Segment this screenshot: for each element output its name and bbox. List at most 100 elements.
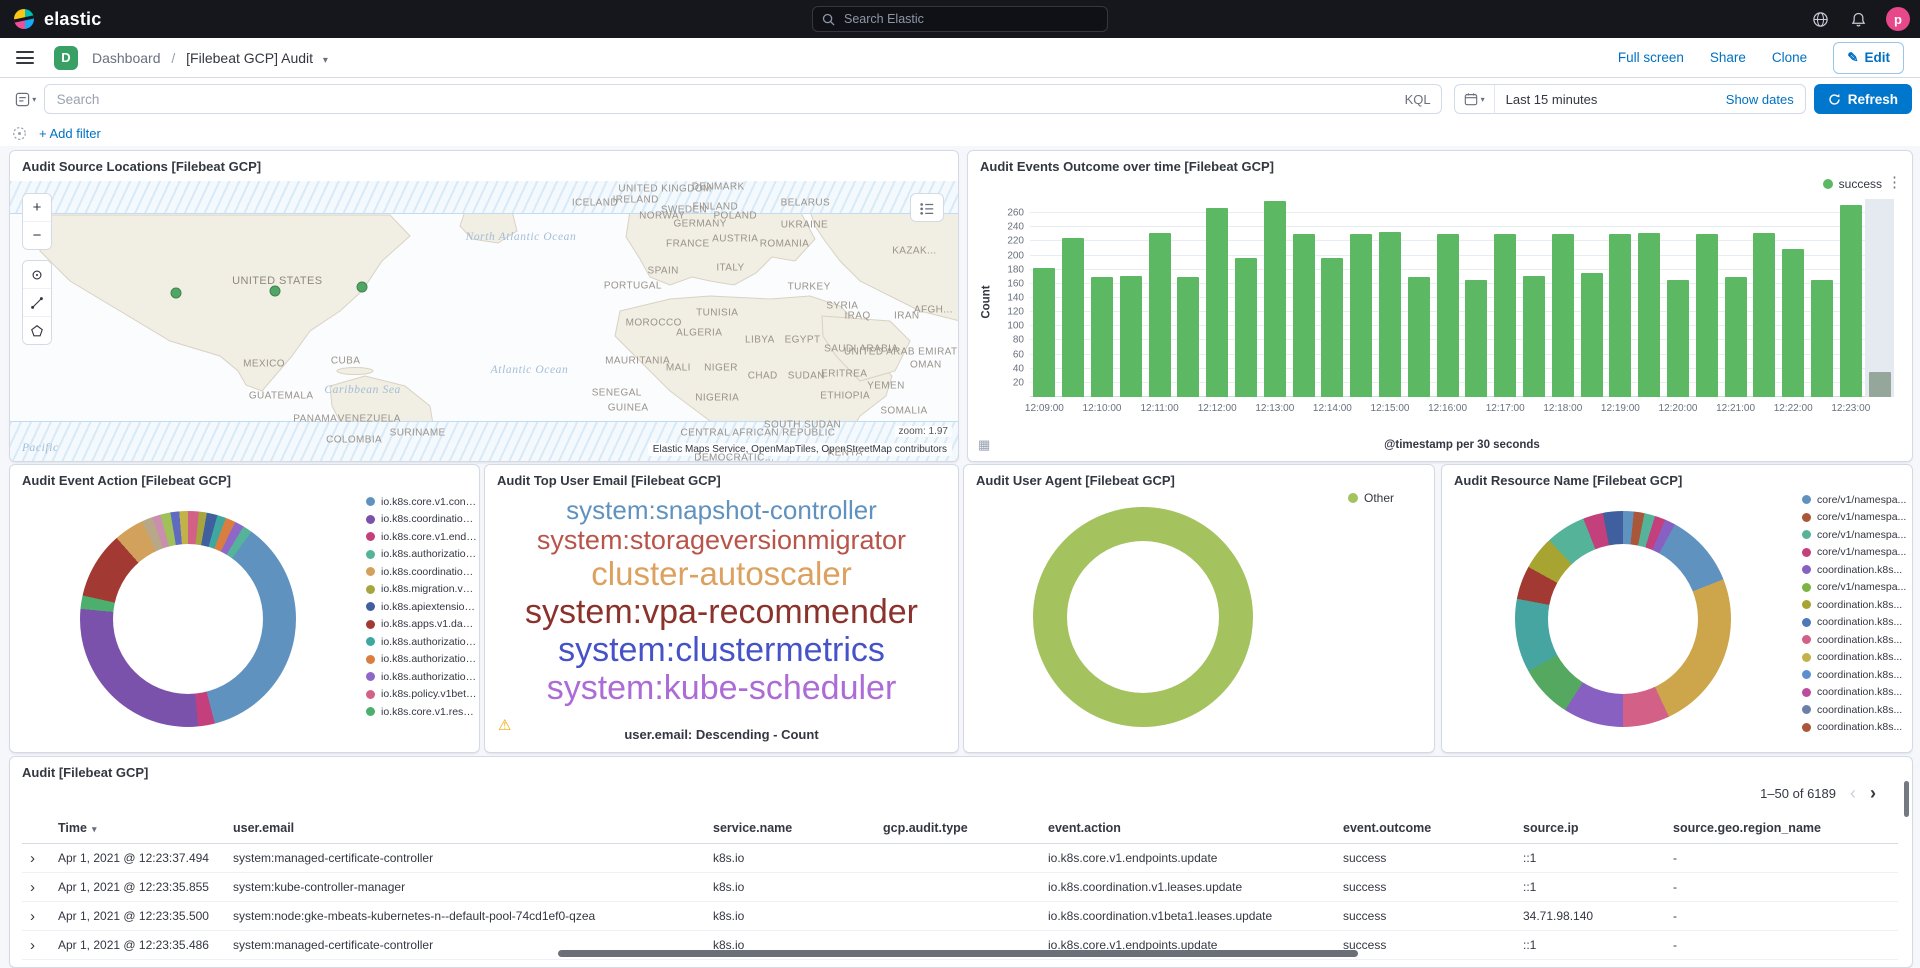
time-range-value[interactable]: Last 15 minutes	[1495, 92, 1598, 107]
bar[interactable]	[1120, 276, 1142, 397]
legend-item[interactable]: io.k8s.authorization...	[366, 633, 477, 651]
row-expand-button[interactable]: ›	[22, 850, 58, 867]
global-search[interactable]	[812, 6, 1108, 32]
alerts-bell-icon[interactable]	[1848, 9, 1868, 29]
legend-item[interactable]: io.k8s.apps.v1.daem...	[366, 616, 477, 634]
legend-item[interactable]: coordination.k8s...	[1802, 666, 1906, 684]
legend-item[interactable]: coordination.k8s...	[1802, 596, 1906, 614]
bar[interactable]	[1235, 258, 1257, 397]
pagination-next-icon[interactable]: ›	[1870, 783, 1876, 804]
pagination-prev-icon[interactable]: ‹	[1850, 783, 1856, 804]
query-input-box[interactable]: KQL	[44, 84, 1442, 114]
bar[interactable]	[1840, 205, 1862, 397]
bar[interactable]	[1062, 238, 1084, 397]
legend-item[interactable]: core/v1/namespa...	[1802, 509, 1906, 527]
panel-title[interactable]: Audit Event Action [Filebeat GCP]	[10, 465, 479, 488]
event-action-donut[interactable]	[80, 511, 296, 727]
kql-language-button[interactable]: KQL	[1405, 92, 1431, 107]
legend-item[interactable]: coordination.k8s...	[1802, 719, 1906, 737]
bar[interactable]	[1638, 233, 1660, 397]
elastic-logo-brand[interactable]: elastic	[0, 7, 101, 31]
show-dates-button[interactable]: Show dates	[1726, 92, 1805, 107]
row-expand-button[interactable]: ›	[22, 879, 58, 896]
chevron-down-icon[interactable]: ▾	[323, 55, 328, 66]
panel-title[interactable]: Audit Top User Email [Filebeat GCP]	[485, 465, 958, 488]
legend-item[interactable]: io.k8s.coordination....	[366, 511, 477, 529]
legend-item[interactable]: io.k8s.authorization...	[366, 546, 477, 564]
map-fit-bounds-button[interactable]	[23, 261, 51, 289]
saved-queries-button[interactable]: ▾	[8, 84, 44, 114]
sort-descending-icon[interactable]: ▾	[92, 824, 97, 834]
bar[interactable]	[1149, 233, 1171, 397]
map-zoom-out-button[interactable]: −	[23, 222, 51, 249]
legend-item[interactable]: io.k8s.coordination....	[366, 563, 477, 581]
map-data-point[interactable]	[270, 285, 281, 296]
legend-item[interactable]: coordination.k8s...	[1802, 561, 1906, 579]
legend-item[interactable]: coordination.k8s...	[1802, 684, 1906, 702]
legend-item[interactable]: coordination.k8s...	[1802, 631, 1906, 649]
legend-item[interactable]: core/v1/namespa...	[1802, 544, 1906, 562]
panel-options-icon[interactable]: ⋮	[1887, 173, 1902, 191]
column-header[interactable]: gcp.audit.type	[883, 821, 1048, 835]
bar[interactable]	[1091, 277, 1113, 397]
bar[interactable]	[1869, 372, 1891, 397]
global-search-input[interactable]	[842, 11, 1098, 27]
panel-title[interactable]: Audit Events Outcome over time [Filebeat…	[968, 151, 1912, 174]
bar[interactable]	[1581, 273, 1603, 397]
panel-title[interactable]: Audit Resource Name [Filebeat GCP]	[1442, 465, 1912, 488]
legend-item[interactable]: core/v1/namespa...	[1802, 526, 1906, 544]
bar[interactable]	[1552, 234, 1574, 397]
bar[interactable]	[1811, 280, 1833, 397]
row-expand-button[interactable]: ›	[22, 908, 58, 925]
column-header[interactable]: source.ip	[1523, 821, 1673, 835]
legend-item[interactable]: io.k8s.authorization...	[366, 651, 477, 669]
legend-item[interactable]: io.k8s.migration.v1al...	[366, 581, 477, 599]
column-header[interactable]: user.email	[233, 821, 713, 835]
bar[interactable]	[1206, 208, 1228, 397]
column-header[interactable]: event.action	[1048, 821, 1343, 835]
map-attribution[interactable]: Elastic Maps Service, OpenMapTiles, Open…	[648, 443, 952, 456]
column-header[interactable]: source.geo.region_name	[1673, 821, 1898, 835]
space-badge[interactable]: D	[54, 46, 78, 70]
legend-item[interactable]: io.k8s.apiextensions...	[366, 598, 477, 616]
refresh-button[interactable]: Refresh	[1814, 84, 1912, 114]
bar[interactable]	[1753, 233, 1775, 397]
bar[interactable]	[1033, 268, 1055, 397]
bar[interactable]	[1293, 234, 1315, 397]
tag-cloud-word[interactable]: system:storageversionmigrator	[537, 525, 906, 555]
bar[interactable]	[1494, 234, 1516, 397]
user-agent-donut[interactable]	[1033, 507, 1253, 727]
tag-cloud-word[interactable]: cluster-autoscaler	[591, 556, 851, 593]
tag-cloud-word[interactable]: system:clustermetrics	[558, 631, 885, 669]
user-avatar[interactable]: p	[1886, 7, 1910, 31]
breadcrumb-dashboard-link[interactable]: Dashboard	[92, 50, 161, 66]
legend-item[interactable]: io.k8s.core.v1.confi...	[366, 493, 477, 511]
bar[interactable]	[1350, 234, 1372, 397]
map-layers-button[interactable]	[910, 193, 944, 222]
column-header[interactable]: service.name	[713, 821, 883, 835]
legend-item[interactable]: coordination.k8s...	[1802, 701, 1906, 719]
bar[interactable]	[1667, 280, 1689, 397]
panel-title[interactable]: Audit Source Locations [Filebeat GCP]	[10, 151, 958, 174]
column-header[interactable]: event.outcome	[1343, 821, 1523, 835]
panel-title[interactable]: Audit [Filebeat GCP]	[10, 757, 1912, 780]
horizontal-scrollbar-thumb[interactable]	[558, 950, 1358, 957]
legend-item[interactable]: io.k8s.core.v1.resou...	[366, 703, 477, 721]
quick-select-calendar-button[interactable]: ▾	[1455, 85, 1495, 113]
resource-name-donut[interactable]	[1515, 511, 1731, 727]
legend-item[interactable]: core/v1/namespa...	[1802, 491, 1906, 509]
legend-item[interactable]: coordination.k8s...	[1802, 614, 1906, 632]
add-filter-button[interactable]: + Add filter	[39, 126, 101, 141]
bar[interactable]	[1609, 234, 1631, 397]
tag-cloud-word[interactable]: system:snapshot-controller	[566, 496, 877, 525]
legend-item[interactable]: io.k8s.policy.v1beta...	[366, 686, 477, 704]
map-draw-distance-button[interactable]	[23, 289, 51, 317]
map-draw-shape-button[interactable]	[23, 317, 51, 344]
tag-cloud-word[interactable]: system:kube-scheduler	[547, 669, 897, 707]
bar[interactable]	[1523, 276, 1545, 397]
legend-item[interactable]: io.k8s.core.v1.endp...	[366, 528, 477, 546]
filter-icon[interactable]	[12, 126, 27, 141]
bar[interactable]	[1465, 280, 1487, 397]
edit-button[interactable]: ✎ Edit	[1833, 42, 1904, 74]
map-zoom-in-button[interactable]: +	[23, 194, 51, 222]
